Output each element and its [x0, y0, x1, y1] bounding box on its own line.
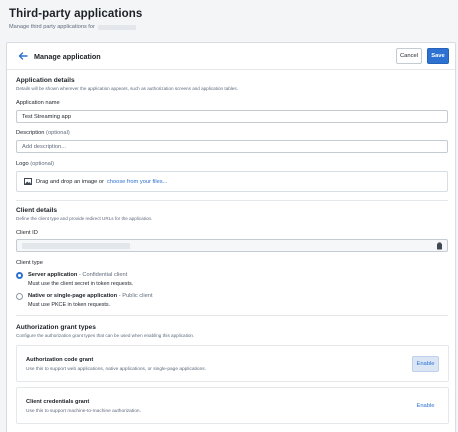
- app-details-title: Application details: [16, 77, 75, 84]
- choose-files-link[interactable]: choose from your files...: [107, 179, 167, 185]
- server-application-subtitle: - Confidential client: [78, 272, 128, 278]
- page-title: Third-party applications: [9, 8, 143, 20]
- grant-title: Client credentials grant: [26, 399, 90, 405]
- page-subtitle-text: Manage third party applications for: [9, 24, 95, 30]
- description-input[interactable]: Add description...: [16, 140, 448, 153]
- grant-desc: Use this to support machine-to-machine a…: [26, 409, 141, 414]
- panel-header: Manage application Cancel Save: [7, 43, 455, 70]
- app-name-label: Application name: [16, 100, 60, 106]
- native-application-label: Native or single-page application: [28, 293, 118, 299]
- panel-title: Manage application: [34, 52, 101, 61]
- app-name-input[interactable]: Test Streaming app: [16, 110, 448, 123]
- native-application-title: Native or single-page application - Publ…: [28, 293, 153, 299]
- logo-optional: (optional): [30, 161, 54, 167]
- client-id-field: [16, 239, 448, 252]
- description-optional: (optional): [46, 130, 70, 136]
- back-arrow-icon[interactable]: [17, 50, 29, 62]
- server-application-title: Server application - Confidential client: [28, 272, 127, 278]
- section-divider: [16, 315, 448, 316]
- section-divider: [16, 200, 448, 201]
- description-label: Description (optional): [16, 130, 70, 136]
- radio-native-application[interactable]: [16, 293, 23, 300]
- logo-label-text: Logo: [16, 161, 29, 167]
- logo-dropzone[interactable]: Drag and drop an image or choose from yo…: [16, 171, 448, 192]
- grant-card-authorization-code: Authorization code grant Use this to sup…: [16, 345, 449, 382]
- redacted-client-id: [22, 242, 130, 249]
- enable-authorization-code-button[interactable]: Enable: [412, 356, 439, 372]
- page-header: Third-party applications Manage third pa…: [9, 8, 142, 30]
- client-details-title: Client details: [16, 207, 58, 214]
- copy-icon[interactable]: [436, 242, 443, 250]
- grant-desc: Use this to support web applications, na…: [26, 367, 206, 372]
- image-icon: [24, 178, 32, 185]
- logo-drop-text: Drag and drop an image or: [36, 178, 104, 185]
- server-application-desc: Must use the client secret in token requ…: [28, 281, 134, 287]
- save-button[interactable]: Save: [427, 48, 449, 64]
- radio-server-application[interactable]: [16, 272, 23, 279]
- server-application-label: Server application: [28, 272, 78, 278]
- grant-card-client-credentials: Client credentials grant Use this to sup…: [16, 387, 449, 424]
- logo-label: Logo (optional): [16, 161, 54, 167]
- description-label-text: Description: [16, 130, 45, 136]
- grant-types-title: Authorization grant types: [16, 324, 96, 331]
- client-type-label: Client type: [16, 260, 43, 266]
- cancel-button[interactable]: Cancel: [396, 48, 422, 64]
- grant-types-description: Configure the authorization grant types …: [16, 333, 195, 338]
- enable-client-credentials-button[interactable]: Enable: [412, 398, 439, 414]
- manage-application-panel: Manage application Cancel Save Applicati…: [6, 42, 456, 432]
- native-application-desc: Must use PKCE in token requests.: [28, 302, 111, 308]
- redacted-org-name: [97, 24, 136, 30]
- client-details-description: Define the client type and provide redir…: [16, 216, 153, 221]
- grant-title: Authorization code grant: [26, 357, 94, 363]
- app-details-description: Details will be shown wherever the appli…: [16, 86, 238, 91]
- native-application-subtitle: - Public client: [118, 293, 153, 299]
- page-subtitle: Manage third party applications for: [9, 24, 142, 30]
- client-id-label: Client ID: [16, 230, 38, 236]
